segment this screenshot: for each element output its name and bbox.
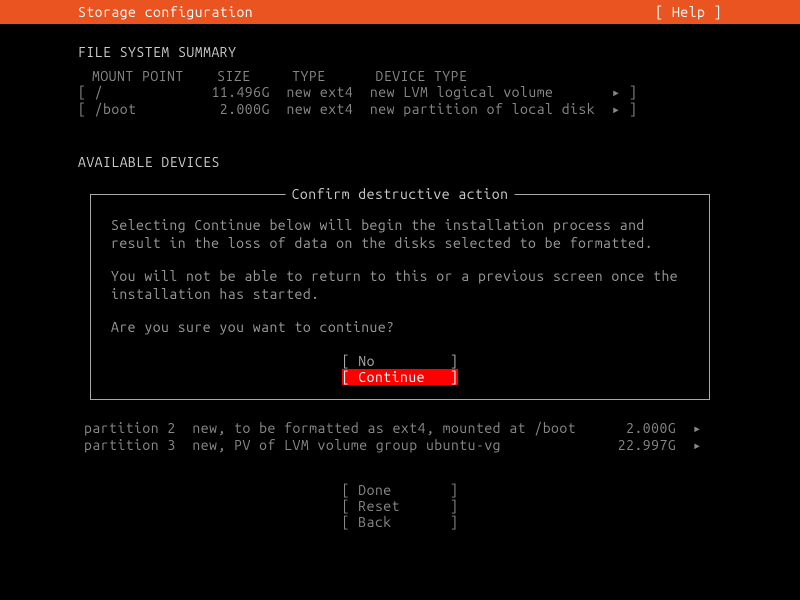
continue-button[interactable]: [ Continue ] [342, 369, 459, 385]
dialog-text: Selecting Continue below will begin the … [111, 217, 689, 252]
fs-table-header: MOUNT POINT SIZE TYPE DEVICE TYPE [0, 68, 800, 84]
available-devices-title: AVAILABLE DEVICES [0, 154, 800, 170]
dialog-text: Are you sure you want to continue? [111, 319, 689, 337]
dialog-text: You will not be able to return to this o… [111, 268, 689, 303]
reset-button[interactable]: [ Reset ] [0, 498, 800, 514]
partition-row[interactable]: partition 2 new, to be formatted as ext4… [0, 420, 800, 437]
content-area: FILE SYSTEM SUMMARY MOUNT POINT SIZE TYP… [0, 24, 800, 530]
confirm-dialog: Confirm destructive action Selecting Con… [90, 194, 710, 400]
fs-summary-title: FILE SYSTEM SUMMARY [0, 44, 800, 60]
dialog-buttons: [ No ] [ Continue ] [111, 353, 689, 385]
partition-row[interactable]: partition 3 new, PV of LVM volume group … [0, 437, 800, 454]
dialog-title: Confirm destructive action [286, 186, 515, 202]
fs-row[interactable]: [ / 11.496G new ext4 new LVM logical vol… [0, 84, 800, 101]
back-button[interactable]: [ Back ] [0, 514, 800, 530]
done-button[interactable]: [ Done ] [0, 482, 800, 498]
bottom-buttons: [ Done ] [ Reset ] [ Back ] [0, 482, 800, 530]
no-button[interactable]: [ No ] [342, 353, 459, 369]
fs-row[interactable]: [ /boot 2.000G new ext4 new partition of… [0, 101, 800, 118]
page-title: Storage configuration [8, 0, 253, 24]
header-bar: Storage configuration [ Help ] [0, 0, 800, 24]
help-button[interactable]: [ Help ] [655, 0, 792, 24]
